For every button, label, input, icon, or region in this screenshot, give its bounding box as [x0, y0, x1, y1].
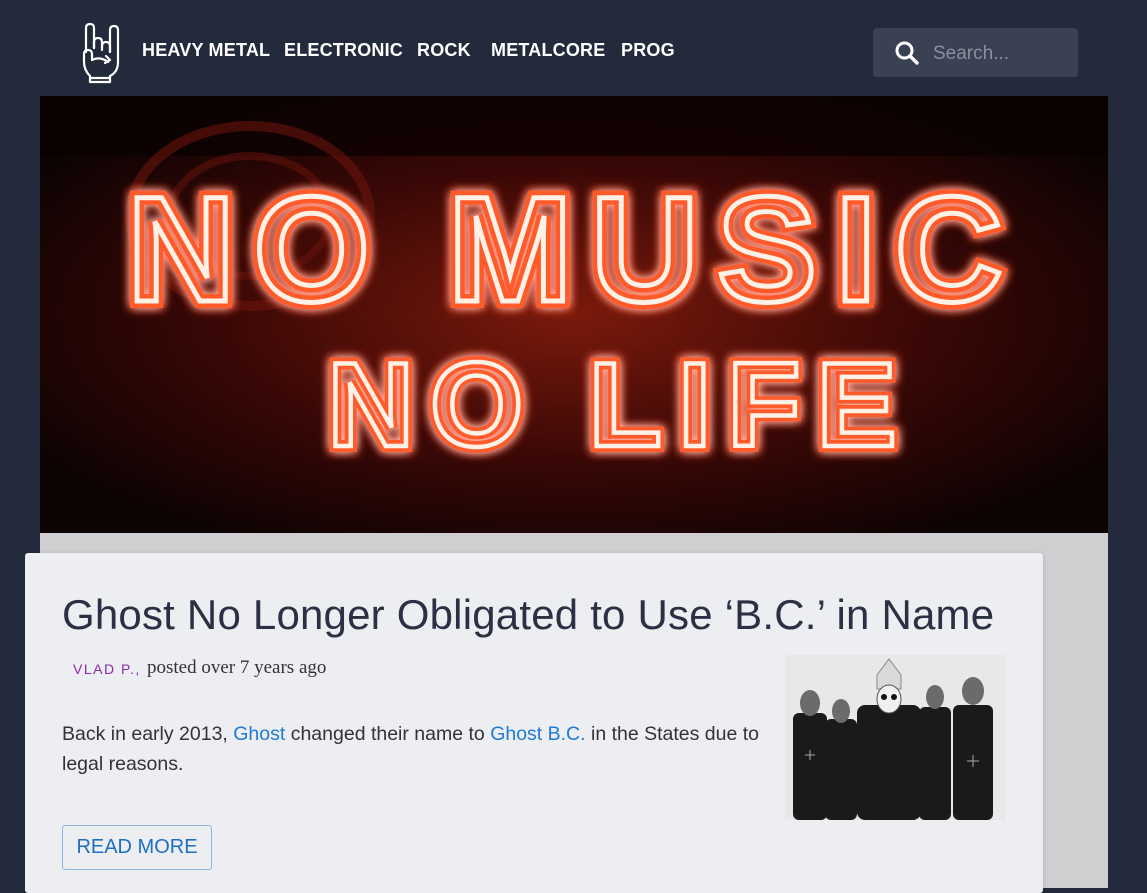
nav-item-electronic[interactable]: ELECTRONIC: [284, 40, 403, 61]
nav-item-metalcore[interactable]: METALCORE: [491, 40, 605, 61]
neon-sign-line-1: NO MUSIC: [127, 165, 1021, 333]
search-box[interactable]: [873, 28, 1078, 77]
neon-sign-line-2: NO LIFE: [327, 338, 912, 472]
hero-banner: NO MUSIC NO MUSIC NO LIFE NO LIFE: [40, 96, 1108, 533]
search-input[interactable]: [931, 38, 1075, 70]
article-title[interactable]: Ghost No Longer Obligated to Use ‘B.C.’ …: [62, 591, 994, 639]
nav-item-heavy-metal[interactable]: HEAVY METAL: [142, 40, 270, 61]
rock-hand-icon[interactable]: [78, 22, 124, 84]
author-link[interactable]: VLAD P.,: [73, 661, 141, 677]
article-card: Ghost No Longer Obligated to Use ‘B.C.’ …: [25, 553, 1043, 893]
site-header: HEAVY METAL ELECTRONIC ROCK METALCORE PR…: [40, 10, 1108, 96]
article-thumbnail[interactable]: [785, 655, 1006, 820]
neon-sign-image: NO MUSIC NO MUSIC NO LIFE NO LIFE: [40, 96, 1108, 533]
ghost-bc-link[interactable]: Ghost B.C.: [490, 723, 585, 745]
search-icon[interactable]: [894, 40, 920, 66]
band-photo: [785, 655, 1006, 820]
read-more-button[interactable]: READ MORE: [62, 825, 212, 870]
posted-time: posted over 7 years ago: [147, 657, 327, 678]
nav-item-rock[interactable]: ROCK: [417, 40, 471, 61]
excerpt-text: changed their name to: [285, 723, 491, 745]
excerpt-text: Back in early 2013,: [62, 723, 234, 745]
article-excerpt: Back in early 2013, Ghost changed their …: [62, 719, 767, 779]
nav-item-prog[interactable]: PROG: [621, 40, 675, 61]
ghost-link[interactable]: Ghost: [233, 723, 285, 745]
